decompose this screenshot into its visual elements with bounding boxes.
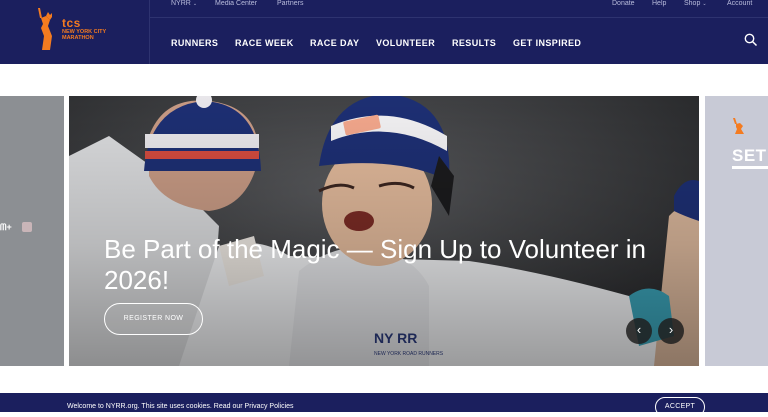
chevron-right-icon: › (668, 322, 674, 337)
chevron-down-icon: ⌄ (702, 1, 707, 7)
utility-bar: NYRR ⌄ Media Center Partners Donate Help … (150, 0, 768, 18)
carousel-slide-previous[interactable]: ᗰ+ (0, 96, 64, 366)
topbar-item-shop[interactable]: Shop ⌄ (684, 0, 707, 8)
cookie-banner: Welcome to NYRR.org. This site uses cook… (0, 393, 768, 417)
chevron-down-icon: ⌄ (192, 1, 198, 7)
topbar-item-nyrr[interactable]: NYRR ⌄ (171, 0, 197, 8)
previous-slide-graphic (22, 222, 32, 232)
topbar-item-nyrr-label: NYRR (171, 0, 191, 7)
search-icon[interactable] (744, 33, 758, 47)
carousel-prev-button[interactable]: ‹ (626, 318, 652, 344)
previous-slide-text: ᗰ+ (0, 222, 12, 232)
carousel-slide-active: NY RR NEW YORK ROAD RUNNERS Be Part of t… (69, 96, 699, 366)
register-now-button[interactable]: REGISTER NOW (104, 303, 203, 335)
nav-runners[interactable]: RUNNERS (171, 38, 218, 48)
site-header: tcs NEW YORK CITY MARATHON NYRR ⌄ Media C… (0, 0, 768, 64)
nav-volunteer[interactable]: VOLUNTEER (376, 38, 435, 48)
next-slide-text: SET (732, 146, 767, 165)
topbar-item-help[interactable]: Help (652, 0, 666, 8)
nav-race-day[interactable]: RACE DAY (310, 38, 359, 48)
accept-cookies-button[interactable]: ACCEPT (655, 397, 705, 417)
main-navigation: RUNNERS RACE WEEK RACE DAY VOLUNTEER RES… (150, 18, 768, 64)
nav-results[interactable]: RESULTS (452, 38, 496, 48)
nav-race-week[interactable]: RACE WEEK (235, 38, 294, 48)
statue-of-liberty-icon (38, 8, 52, 50)
logo-line-2: MARATHON (62, 35, 94, 41)
topbar-item-donate[interactable]: Donate (612, 0, 635, 8)
cookie-message: Welcome to NYRR.org. This site uses cook… (67, 403, 294, 410)
topbar-item-shop-label: Shop (684, 0, 701, 7)
logo-wordmark: tcs NEW YORK CITY MARATHON (62, 17, 106, 41)
chevron-left-icon: ‹ (636, 322, 642, 337)
topbar-item-account[interactable]: Account (727, 0, 752, 8)
nav-get-inspired[interactable]: GET INSPIRED (513, 38, 581, 48)
site-logo[interactable]: tcs NEW YORK CITY MARATHON (0, 0, 150, 64)
statue-of-liberty-icon (733, 118, 744, 134)
hero-title: Be Part of the Magic — Sign Up to Volunt… (104, 234, 646, 295)
next-slide-underline (732, 166, 768, 169)
topbar-item-partners[interactable]: Partners (277, 0, 303, 8)
topbar-item-media-center[interactable]: Media Center (215, 0, 257, 8)
carousel-slide-next[interactable]: SET (705, 96, 768, 366)
carousel-next-button[interactable]: › (658, 318, 684, 344)
logo-brand: tcs (62, 16, 81, 30)
